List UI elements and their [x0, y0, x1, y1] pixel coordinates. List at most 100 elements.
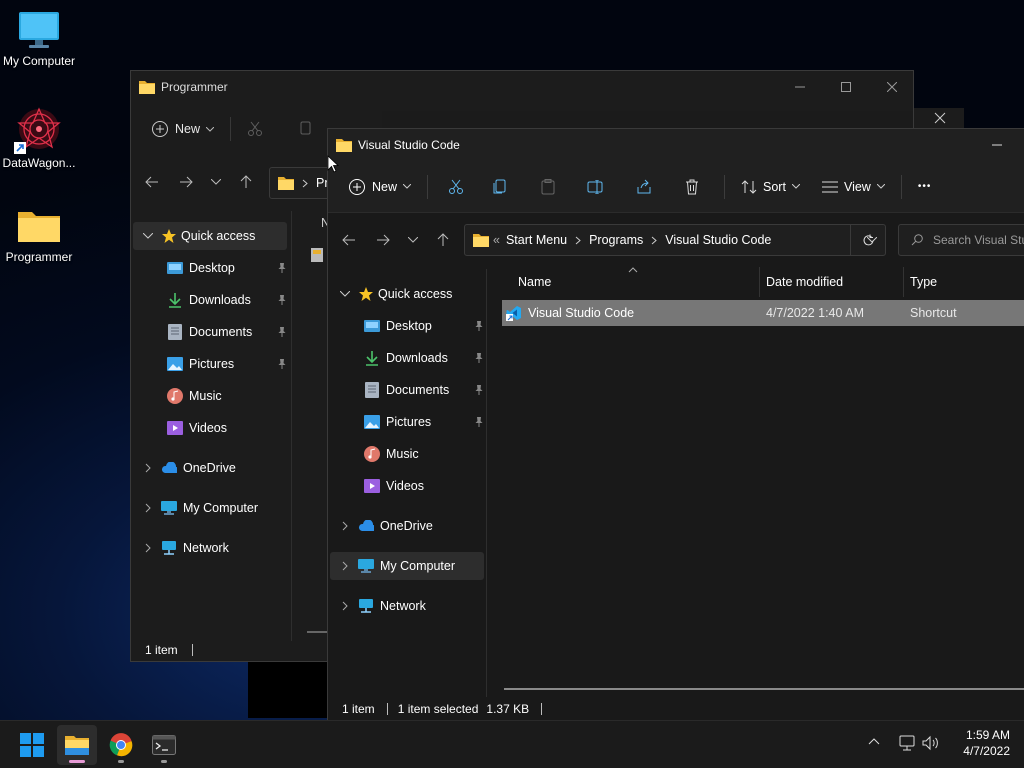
close-button[interactable] [869, 71, 913, 103]
sidebar-item-documents[interactable]: Documents [364, 376, 484, 404]
arrow-right-icon [179, 176, 193, 188]
chevron-down-icon [876, 184, 885, 189]
sidebar-item-music[interactable]: Music [167, 382, 287, 410]
show-hidden-icons-button[interactable] [868, 737, 880, 745]
sidebar-item-my-computer[interactable]: My Computer [330, 552, 484, 580]
sidebar-item-documents[interactable]: Documents [167, 318, 287, 346]
back-button[interactable] [135, 167, 169, 197]
chevron-right-icon[interactable] [338, 559, 352, 573]
forward-button[interactable] [169, 167, 203, 197]
sidebar-item-videos[interactable]: Videos [364, 472, 484, 500]
network-ethernet-icon [898, 735, 916, 751]
taskbar-file-explorer[interactable] [57, 725, 97, 765]
sidebar-item-my-computer[interactable]: My Computer [141, 494, 287, 522]
close-icon[interactable] [934, 112, 946, 124]
up-button[interactable] [426, 225, 460, 255]
status-size: 1.37 KB [486, 702, 530, 716]
search-box[interactable]: Search Visual Studio Code [898, 224, 1024, 256]
taskbar-chrome[interactable] [101, 725, 141, 765]
minimize-button[interactable] [974, 129, 1020, 161]
chevron-right-icon[interactable] [338, 599, 352, 613]
view-button[interactable]: View [814, 171, 893, 203]
chevron-down-icon[interactable] [141, 229, 155, 243]
monitor-icon [161, 500, 177, 516]
sidebar-item-label: Downloads [386, 351, 448, 365]
sidebar-item-label: Desktop [386, 319, 432, 333]
sidebar-item-quick-access[interactable]: Quick access [336, 280, 486, 308]
breadcrumb-item[interactable]: Start Menu [506, 233, 567, 247]
new-button[interactable]: New [143, 113, 222, 145]
scissors-icon [247, 121, 263, 137]
recent-locations-button[interactable] [400, 225, 426, 255]
horizontal-scrollbar[interactable] [504, 688, 1024, 690]
desktop-icon-my-computer[interactable]: My Computer [0, 10, 78, 68]
sidebar-item-quick-access[interactable]: Quick access [133, 222, 287, 250]
sidebar-item-onedrive[interactable]: OneDrive [336, 512, 484, 540]
sidebar-item-desktop[interactable]: Desktop [364, 312, 484, 340]
up-button[interactable] [229, 167, 263, 197]
desktop-icon-programmer[interactable]: Programmer [0, 206, 78, 264]
cloud-icon [358, 518, 374, 534]
breadcrumb-item[interactable]: Visual Studio Code [665, 233, 771, 247]
sidebar-item-desktop[interactable]: Desktop [167, 254, 287, 282]
taskbar-terminal[interactable] [144, 725, 184, 765]
column-header-date-modified[interactable]: Date modified [760, 267, 904, 297]
rename-button[interactable] [572, 171, 620, 203]
title-bar[interactable]: Visual Studio Code [328, 129, 1024, 161]
chevron-right-icon[interactable] [141, 461, 155, 475]
refresh-button[interactable] [850, 224, 886, 256]
scissors-icon [448, 179, 464, 195]
maximize-button[interactable] [823, 71, 869, 103]
chevron-right-icon[interactable] [651, 236, 658, 245]
chevron-right-icon[interactable] [338, 519, 352, 533]
arrow-left-icon [342, 234, 356, 246]
sidebar-item-pictures[interactable]: Pictures [167, 350, 287, 378]
chevron-right-icon[interactable] [141, 541, 155, 555]
sidebar-item-network[interactable]: Network [336, 592, 484, 620]
start-button[interactable] [12, 725, 52, 765]
forward-button[interactable] [366, 225, 400, 255]
copy-button[interactable] [476, 171, 524, 203]
copy-button[interactable] [289, 113, 321, 145]
minimize-button[interactable] [777, 71, 823, 103]
sidebar-item-label: Videos [189, 421, 227, 435]
sidebar-item-videos[interactable]: Videos [167, 414, 287, 442]
table-row[interactable]: Visual Studio Code 4/7/2022 1:40 AM Shor… [502, 300, 1024, 326]
sidebar-item-downloads[interactable]: Downloads [167, 286, 287, 314]
new-button[interactable]: New [340, 171, 419, 203]
delete-button[interactable] [668, 171, 716, 203]
sidebar-item-network[interactable]: Network [141, 534, 287, 562]
sidebar-item-pictures[interactable]: Pictures [364, 408, 484, 436]
network-status-button[interactable] [898, 735, 916, 751]
toolbar-divider [900, 174, 902, 199]
horizontal-scrollbar[interactable] [307, 631, 327, 633]
chevron-down-icon[interactable] [338, 287, 352, 301]
column-header-type[interactable]: Type [904, 267, 1024, 297]
paste-button[interactable] [524, 171, 572, 203]
cut-button[interactable] [239, 113, 271, 145]
share-button[interactable] [620, 171, 668, 203]
address-bar[interactable]: « Start Menu Programs Visual Studio Code [464, 224, 886, 256]
sidebar-item-label: Quick access [181, 229, 256, 243]
volume-button[interactable] [922, 735, 940, 751]
sort-button[interactable]: Sort [733, 171, 808, 203]
status-bar: 1 item 1 item selected 1.37 KB [328, 698, 1024, 720]
sidebar-item-music[interactable]: Music [364, 440, 484, 468]
sidebar-item-label: Music [386, 447, 419, 461]
desktop-icon-datawagon[interactable]: DataWagon... [0, 106, 78, 170]
cut-button[interactable] [436, 171, 476, 203]
clock[interactable]: 1:59 AM 4/7/2022 [950, 727, 1010, 759]
breadcrumb-item[interactable]: Programs [589, 233, 643, 247]
back-button[interactable] [332, 225, 366, 255]
pin-icon [277, 263, 287, 273]
column-header-name[interactable]: Name [504, 267, 760, 297]
see-more-button[interactable]: ••• [910, 171, 940, 203]
status-divider [386, 703, 388, 715]
sidebar-item-downloads[interactable]: Downloads [364, 344, 484, 372]
sidebar-item-onedrive[interactable]: OneDrive [141, 454, 287, 482]
chevron-right-icon[interactable] [575, 236, 581, 245]
sidebar-item-label: Documents [386, 383, 450, 397]
chevron-right-icon[interactable] [141, 501, 155, 515]
breadcrumb-overflow[interactable]: « [493, 233, 500, 247]
recent-locations-button[interactable] [203, 167, 229, 197]
